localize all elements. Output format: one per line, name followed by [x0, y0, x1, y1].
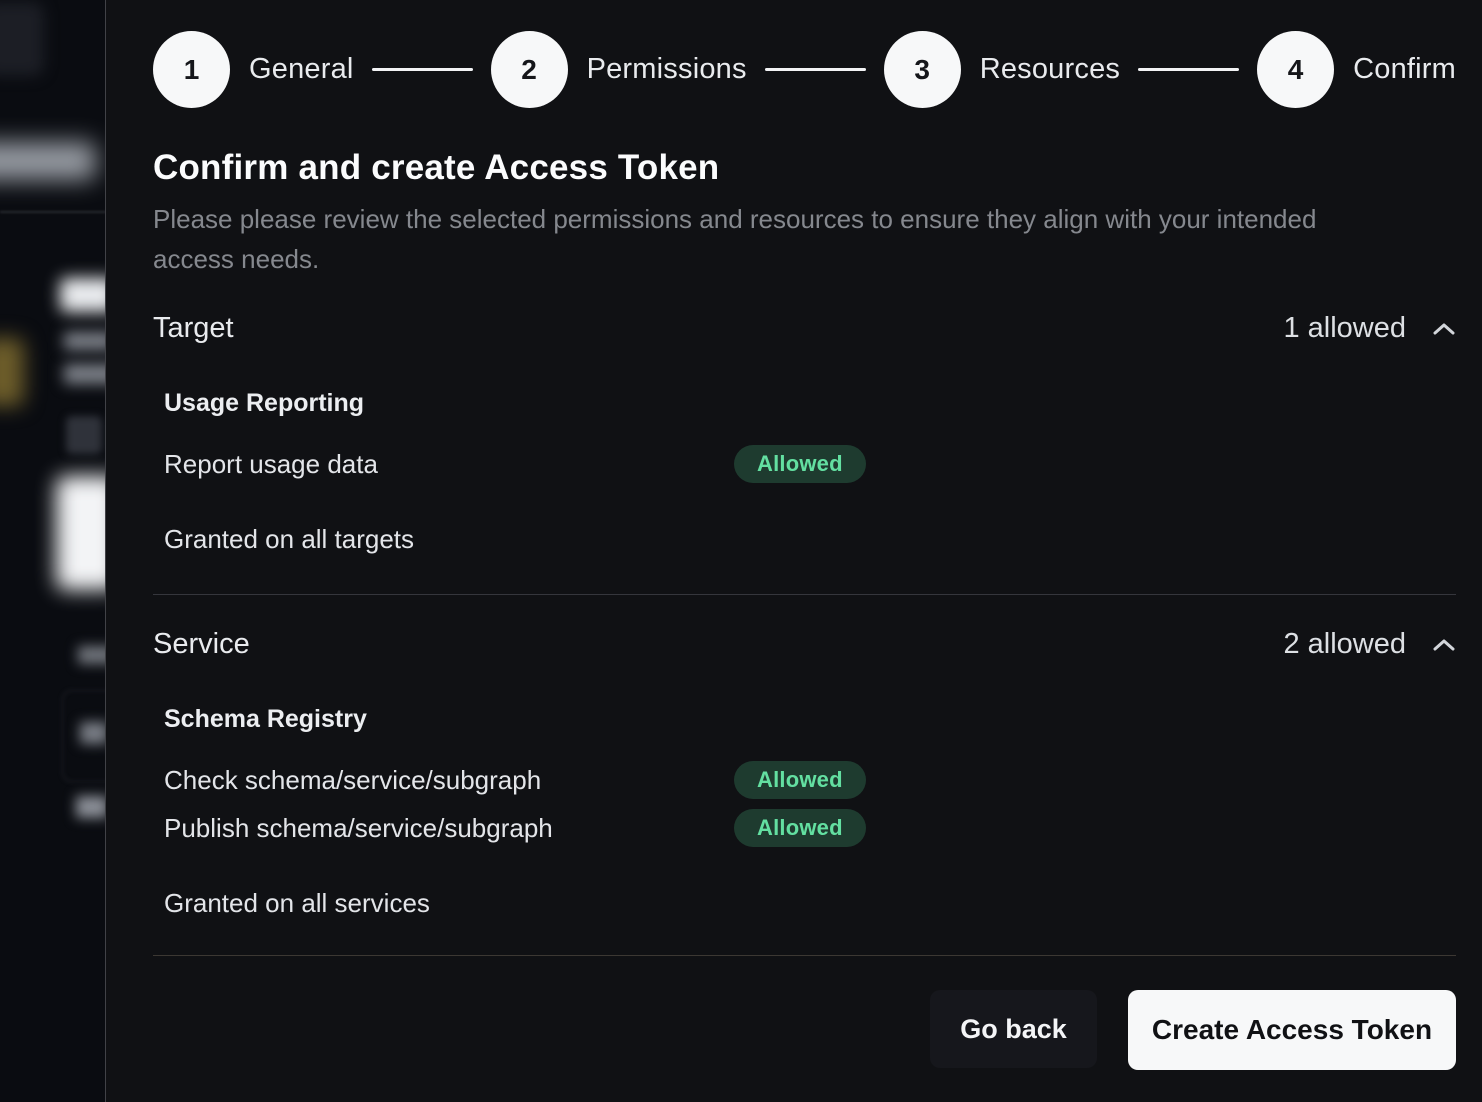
stepper-connector [765, 68, 866, 71]
footer-divider [153, 955, 1456, 956]
step-label: Permissions [587, 53, 747, 86]
section-header-service[interactable]: Service 2 allowed [153, 628, 1456, 661]
blurred-text-line [76, 796, 106, 818]
wizard-footer: Go back Create Access Token [153, 990, 1456, 1070]
section-divider [153, 594, 1456, 595]
blurred-divider [0, 211, 106, 213]
allowed-count-badge: 1 allowed [1283, 312, 1406, 345]
stepper-step-permissions[interactable]: 2 Permissions [491, 31, 747, 108]
blurred-breadcrumb-pill [0, 142, 96, 180]
stepper-connector [1138, 68, 1239, 71]
blurred-text-line [64, 364, 106, 384]
step-number-circle: 1 [153, 31, 230, 108]
blurred-logo-tile [0, 2, 44, 76]
permission-label: Report usage data [164, 449, 734, 480]
stepper-connector [372, 68, 473, 71]
chevron-up-icon[interactable] [1432, 322, 1456, 336]
chevron-up-icon[interactable] [1432, 638, 1456, 652]
granted-note: Granted on all targets [153, 524, 1456, 555]
status-badge: Allowed [734, 761, 866, 799]
permission-group-usage-reporting: Usage Reporting Report usage data Allowe… [153, 389, 1456, 484]
step-number-circle: 2 [491, 31, 568, 108]
section-title: Target [153, 312, 234, 345]
wizard-stepper: 1 General 2 Permissions 3 Resources 4 Co… [153, 31, 1456, 108]
page-title: Confirm and create Access Token [153, 148, 1456, 188]
page: 1 General 2 Permissions 3 Resources 4 Co… [0, 0, 1482, 1102]
permission-label: Check schema/service/subgraph [164, 765, 734, 796]
background-app-sidebar [0, 0, 106, 1102]
blurred-heading-text [60, 278, 106, 312]
blurred-text-line [78, 646, 106, 664]
permission-row: Report usage data Allowed [164, 444, 1456, 484]
permission-label: Publish schema/service/subgraph [164, 813, 734, 844]
step-label: General [249, 53, 354, 86]
section-title: Service [153, 628, 250, 661]
stepper-step-resources[interactable]: 3 Resources [884, 31, 1120, 108]
allowed-count-badge: 2 allowed [1283, 628, 1406, 661]
blurred-text-line [64, 332, 106, 350]
status-badge: Allowed [734, 809, 866, 847]
blurred-text-line [80, 722, 106, 744]
create-access-token-button[interactable]: Create Access Token [1128, 990, 1456, 1070]
step-number-circle: 3 [884, 31, 961, 108]
step-label: Resources [980, 53, 1120, 86]
permission-row: Check schema/service/subgraph Allowed [164, 760, 1456, 800]
stepper-step-general[interactable]: 1 General [153, 31, 354, 108]
blurred-accent-blob [0, 338, 24, 406]
status-badge: Allowed [734, 445, 866, 483]
section-header-target[interactable]: Target 1 allowed [153, 312, 1456, 345]
permission-row: Publish schema/service/subgraph Allowed [164, 808, 1456, 848]
step-label: Confirm [1353, 53, 1456, 86]
permission-group-schema-registry: Schema Registry Check schema/service/sub… [153, 705, 1456, 848]
granted-note: Granted on all services [153, 888, 1456, 919]
create-access-token-panel: 1 General 2 Permissions 3 Resources 4 Co… [105, 0, 1482, 1102]
blurred-icon-tile [66, 416, 102, 454]
group-heading: Schema Registry [164, 705, 1456, 734]
group-heading: Usage Reporting [164, 389, 1456, 418]
page-subtitle: Please please review the selected permis… [153, 199, 1385, 279]
step-number-circle: 4 [1257, 31, 1334, 108]
stepper-step-confirm[interactable]: 4 Confirm [1257, 31, 1456, 108]
blurred-white-card [56, 476, 106, 590]
go-back-button[interactable]: Go back [930, 990, 1097, 1068]
